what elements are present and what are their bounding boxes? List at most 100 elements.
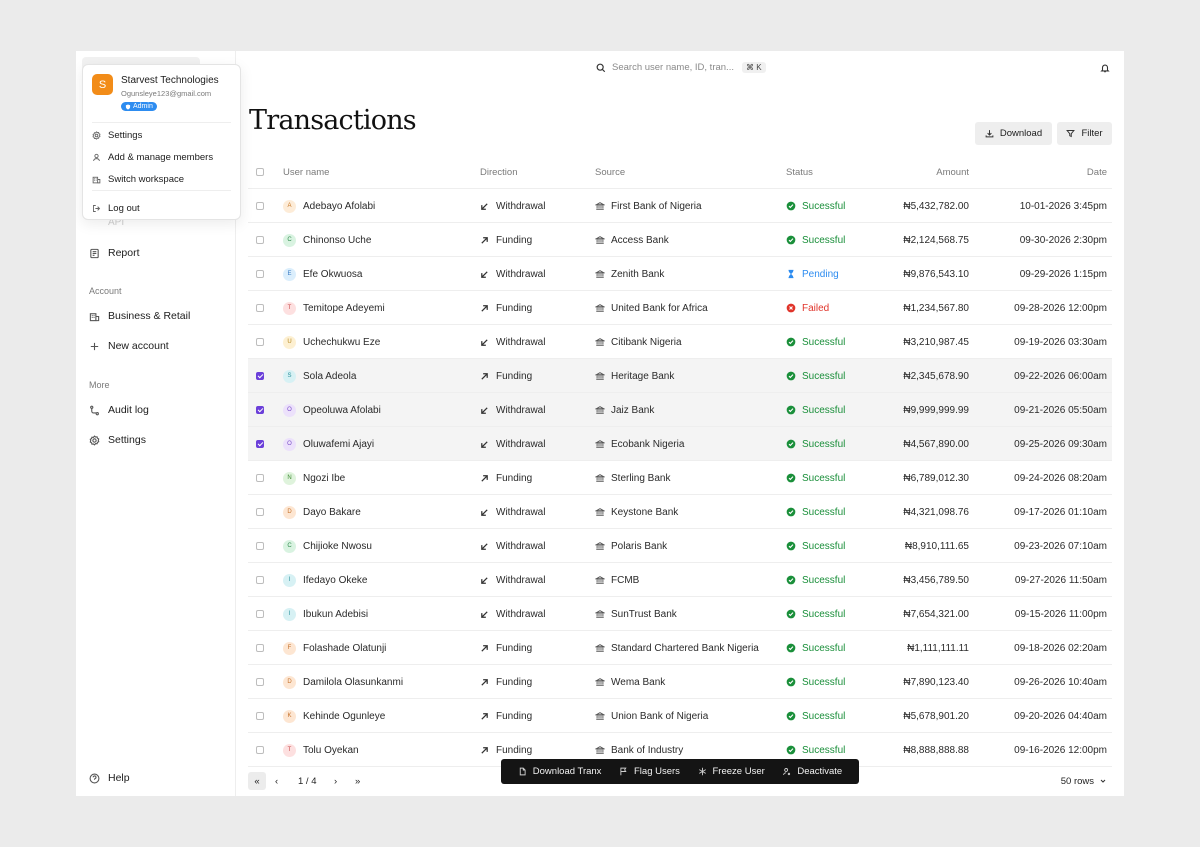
- source-label: Standard Chartered Bank Nigeria: [611, 642, 759, 654]
- table-row[interactable]: E Efe Okwuosa Withdrawal Zenith Bank Pending…: [248, 257, 1112, 291]
- prev-page-button[interactable]: ‹: [275, 772, 278, 790]
- row-checkbox[interactable]: [256, 699, 264, 733]
- action-label: Freeze User: [712, 766, 765, 777]
- first-page-button[interactable]: «: [248, 772, 266, 790]
- user-name: Ifedayo Okeke: [303, 574, 368, 586]
- table-row[interactable]: C Chinonso Uche Funding Access Bank Sucessfu…: [248, 223, 1112, 257]
- search-input[interactable]: Search user name, ID, tran...: [612, 62, 734, 73]
- sidebar-item-help[interactable]: Help: [89, 770, 130, 786]
- avatar: U: [283, 335, 296, 349]
- table-row[interactable]: T Temitope Adeyemi Funding United Bank for …: [248, 291, 1112, 325]
- user-name: Dayo Bakare: [303, 506, 361, 518]
- search-bar[interactable]: Search user name, ID, tran... ⌘ K: [596, 62, 766, 73]
- user-name: Uchechukwu Eze: [303, 336, 381, 348]
- check-circle-icon: [786, 677, 796, 687]
- arrow-up-right-icon: [481, 678, 488, 686]
- sidebar-item-business[interactable]: Business & Retail: [89, 308, 190, 324]
- source-cell: Heritage Bank: [595, 359, 674, 393]
- filter-button[interactable]: Filter: [1057, 122, 1112, 145]
- table-row[interactable]: D Dayo Bakare Withdrawal Keystone Bank Suces…: [248, 495, 1112, 529]
- checkbox-box: [256, 610, 264, 618]
- column-header-date[interactable]: Date: [1087, 155, 1107, 189]
- table-row[interactable]: F Folashade Olatunji Funding Standard Chart…: [248, 631, 1112, 665]
- row-checkbox[interactable]: [256, 189, 264, 223]
- direction-label: Funding: [496, 370, 533, 382]
- checkbox-box: [256, 202, 264, 210]
- table-row[interactable]: O Oluwafemi Ajayi Withdrawal Ecobank Nigeri…: [248, 427, 1112, 461]
- download-tranx-button[interactable]: Download Tranx: [518, 766, 601, 777]
- row-checkbox[interactable]: [256, 359, 264, 393]
- sidebar-item-report[interactable]: Report: [89, 245, 140, 261]
- checkbox-box: [256, 236, 264, 244]
- table-row[interactable]: D Damilola Olasunkanmi Funding Wema Bank Suc…: [248, 665, 1112, 699]
- page-indicator: 1 / 4: [298, 775, 317, 787]
- user-cell: O Opeoluwa Afolabi: [283, 393, 381, 427]
- avatar: D: [283, 505, 296, 519]
- row-checkbox[interactable]: [256, 325, 264, 359]
- direction-label: Withdrawal: [496, 200, 546, 212]
- amount-cell: ₦2,345,678.90: [903, 370, 969, 382]
- select-all-checkbox[interactable]: [256, 155, 264, 189]
- download-button[interactable]: Download: [975, 122, 1052, 145]
- table-row[interactable]: I Ibukun Adebisi Withdrawal SunTrust Bank Su…: [248, 597, 1112, 631]
- table-row[interactable]: S Sola Adeola Funding Heritage Bank Sucessfu…: [248, 359, 1112, 393]
- row-checkbox[interactable]: [256, 563, 264, 597]
- table-row[interactable]: A Adebayo Afolabi Withdrawal First Bank of …: [248, 189, 1112, 223]
- row-checkbox[interactable]: [256, 257, 264, 291]
- report-icon: [90, 248, 99, 258]
- row-checkbox[interactable]: [256, 393, 264, 427]
- avatar: I: [283, 607, 296, 621]
- table-row[interactable]: C Chijioke Nwosu Withdrawal Polaris Bank Suc…: [248, 529, 1112, 563]
- table-row[interactable]: I Ifedayo Okeke Withdrawal FCMB Sucessful ₦3,…: [248, 563, 1112, 597]
- row-checkbox[interactable]: [256, 597, 264, 631]
- date-cell: 09-20-2026 04:40am: [1014, 710, 1107, 722]
- status-badge: Sucessful: [786, 563, 845, 597]
- status-badge: Sucessful: [786, 325, 845, 359]
- arrow-down-left-icon: [481, 406, 488, 414]
- column-header-status[interactable]: Status: [786, 155, 813, 189]
- menu-item-switch-workspace[interactable]: Switch workspace: [92, 174, 184, 185]
- table-row[interactable]: U Uchechukwu Eze Withdrawal Citibank Nigeri…: [248, 325, 1112, 359]
- flag-users-button[interactable]: Flag Users: [619, 766, 680, 777]
- notifications-button[interactable]: [1100, 63, 1110, 76]
- check-circle-icon: [786, 643, 796, 653]
- row-checkbox[interactable]: [256, 495, 264, 529]
- row-checkbox[interactable]: [256, 461, 264, 495]
- deactivate-button[interactable]: Deactivate: [782, 766, 842, 777]
- next-page-button[interactable]: ›: [334, 772, 337, 790]
- row-checkbox[interactable]: [256, 733, 264, 767]
- column-header-amount[interactable]: Amount: [936, 155, 969, 189]
- row-checkbox[interactable]: [256, 529, 264, 563]
- direction-label: Funding: [496, 710, 533, 722]
- column-header-user[interactable]: User name: [283, 155, 329, 189]
- sidebar-item-settings[interactable]: Settings: [89, 432, 146, 448]
- avatar: S: [283, 369, 296, 383]
- arrow-down-left-icon: [481, 202, 488, 210]
- table-row[interactable]: K Kehinde Ogunleye Funding Union Bank of Ni…: [248, 699, 1112, 733]
- row-checkbox[interactable]: [256, 427, 264, 461]
- last-page-button[interactable]: »: [355, 772, 360, 790]
- gear-icon: [92, 131, 101, 140]
- sidebar-item-new-account[interactable]: New account: [89, 338, 169, 354]
- row-checkbox[interactable]: [256, 223, 264, 257]
- menu-item-settings[interactable]: Settings: [92, 130, 142, 141]
- row-checkbox[interactable]: [256, 631, 264, 665]
- rows-per-page-select[interactable]: 50 rows: [1061, 772, 1107, 790]
- user-cell: C Chijioke Nwosu: [283, 529, 372, 563]
- source-cell: SunTrust Bank: [595, 597, 677, 631]
- menu-item-manage-members[interactable]: Add & manage members: [92, 152, 213, 163]
- column-header-direction[interactable]: Direction: [480, 155, 518, 189]
- table-row[interactable]: N Ngozi Ibe Funding Sterling Bank Sucessful ₦…: [248, 461, 1112, 495]
- user-name: Folashade Olatunji: [303, 642, 387, 654]
- menu-item-log-out[interactable]: Log out: [92, 203, 140, 214]
- app-window: API Report Account Business & Retail New…: [76, 51, 1124, 796]
- sidebar-item-audit-log[interactable]: Audit log: [89, 402, 149, 418]
- row-checkbox[interactable]: [256, 291, 264, 325]
- table-row[interactable]: O Opeoluwa Afolabi Withdrawal Jaiz Bank Suce…: [248, 393, 1112, 427]
- sidebar-item-label: New account: [108, 340, 169, 352]
- row-checkbox[interactable]: [256, 665, 264, 699]
- arrow-down-left-icon: [481, 338, 488, 346]
- source-cell: Jaiz Bank: [595, 393, 654, 427]
- freeze-user-button[interactable]: Freeze User: [698, 766, 765, 777]
- column-header-source[interactable]: Source: [595, 155, 625, 189]
